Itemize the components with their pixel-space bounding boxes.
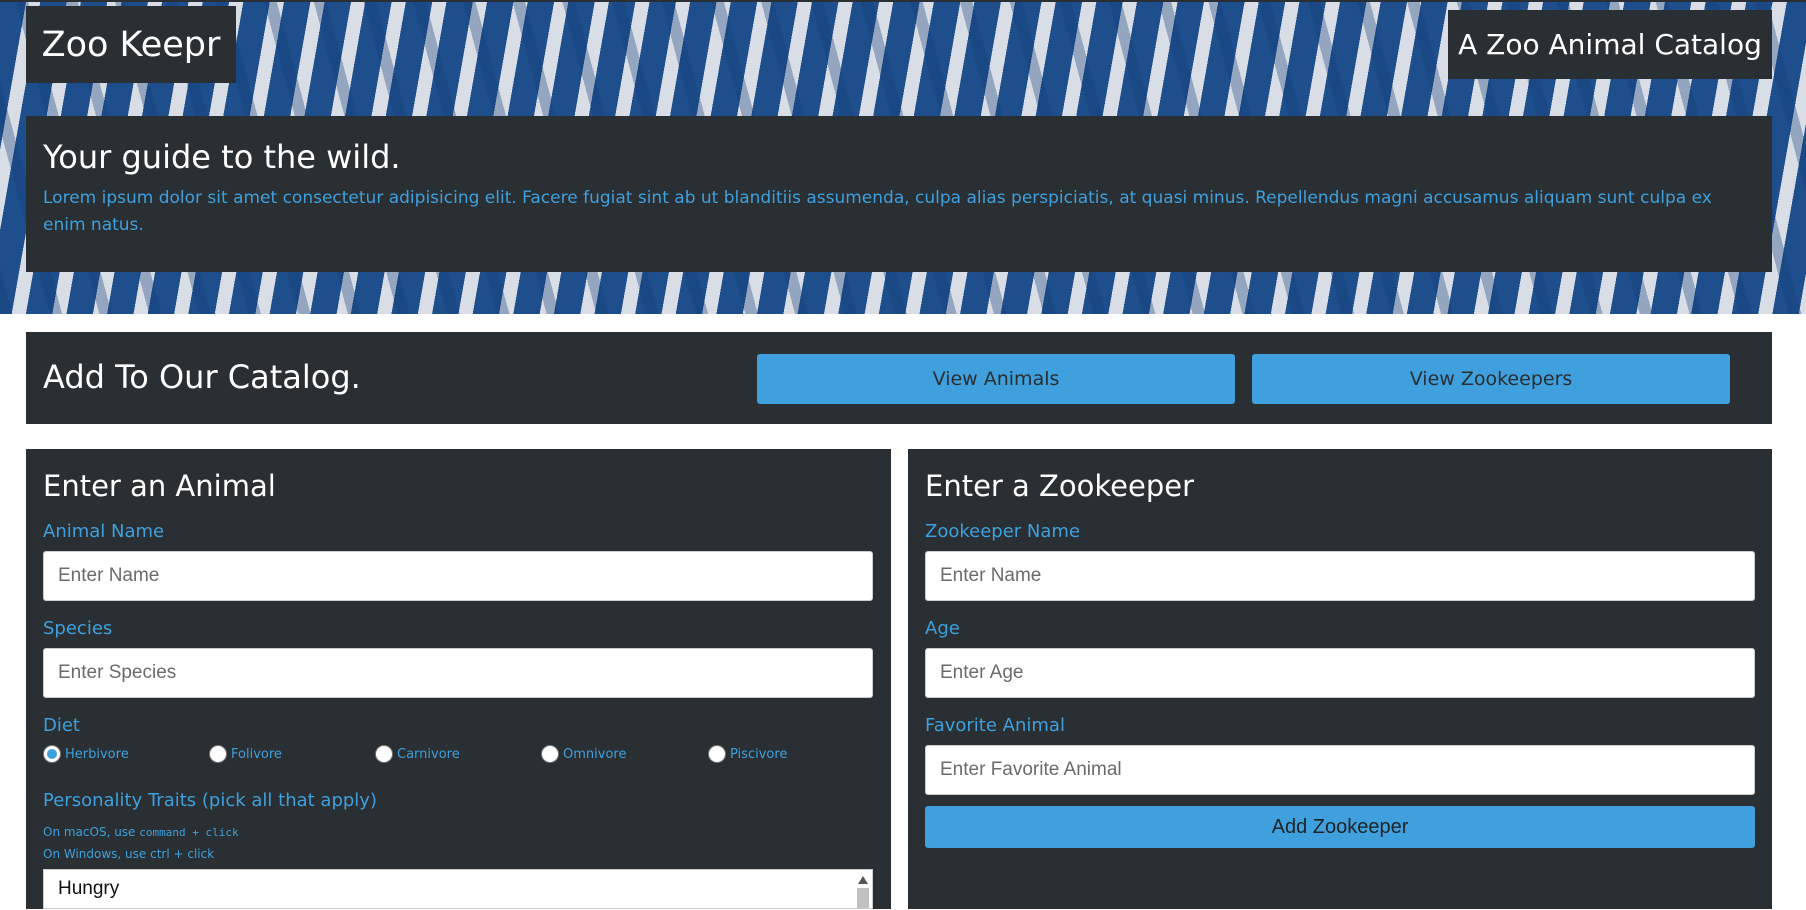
radio-icon[interactable] — [375, 745, 393, 763]
diet-option-folivore[interactable]: Folivore — [209, 745, 282, 763]
animal-form: Enter an Animal Animal Name Enter Name S… — [26, 449, 891, 909]
mac-hint-prefix: On macOS, use — [43, 825, 140, 839]
species-input[interactable]: Enter Species — [43, 648, 873, 698]
traits-option[interactable]: Hungry — [58, 878, 119, 899]
traits-multiselect[interactable]: Hungry — [43, 869, 873, 909]
hero-top-border — [0, 0, 1806, 2]
mac-hint-code: command + click — [139, 826, 239, 839]
intro-title: Your guide to the wild. — [43, 138, 401, 176]
favorite-animal-input[interactable]: Enter Favorite Animal — [925, 745, 1755, 795]
scrollbar[interactable] — [856, 874, 870, 910]
diet-option-label: Herbivore — [65, 746, 129, 762]
diet-option-label: Carnivore — [397, 746, 460, 762]
diet-option-label: Piscivore — [730, 746, 788, 762]
zookeeper-name-input[interactable]: Enter Name — [925, 551, 1755, 601]
catalog-bar: Add To Our Catalog. View Animals View Zo… — [26, 332, 1772, 424]
add-zookeeper-button[interactable]: Add Zookeeper — [925, 806, 1755, 848]
diet-option-omnivore[interactable]: Omnivore — [541, 745, 626, 763]
windows-hint: On Windows, use ctrl + click — [43, 847, 215, 861]
zookeeper-form-title: Enter a Zookeeper — [925, 469, 1195, 503]
intro-box: Your guide to the wild. Lorem ipsum dolo… — [26, 116, 1772, 272]
radio-icon[interactable] — [209, 745, 227, 763]
diet-option-piscivore[interactable]: Piscivore — [708, 745, 787, 763]
diet-radio-group: Herbivore Folivore Carnivore Omnivore Pi… — [43, 745, 863, 769]
diet-option-herbivore[interactable]: Herbivore — [43, 745, 129, 763]
diet-option-label: Folivore — [231, 746, 282, 762]
diet-label: Diet — [43, 715, 80, 736]
site-logo[interactable]: Zoo Keepr — [26, 6, 236, 83]
species-label: Species — [43, 618, 113, 639]
radio-icon[interactable] — [708, 745, 726, 763]
mac-hint: On macOS, use command + click — [43, 825, 239, 839]
animal-form-title: Enter an Animal — [43, 469, 276, 503]
scrollbar-thumb[interactable] — [857, 888, 869, 908]
traits-label: Personality Traits (pick all that apply) — [43, 790, 377, 811]
scroll-up-arrow-icon[interactable] — [858, 876, 868, 884]
animal-name-label: Animal Name — [43, 521, 165, 542]
view-animals-button[interactable]: View Animals — [757, 354, 1235, 404]
radio-checked-icon[interactable] — [43, 745, 61, 763]
diet-option-label: Omnivore — [563, 746, 627, 762]
site-tagline: A Zoo Animal Catalog — [1448, 10, 1772, 79]
intro-text: Lorem ipsum dolor sit amet consectetur a… — [43, 188, 1712, 235]
zookeeper-form: Enter a Zookeeper Zookeeper Name Enter N… — [908, 449, 1772, 909]
radio-icon[interactable] — [541, 745, 559, 763]
age-label: Age — [925, 618, 960, 639]
zookeeper-name-label: Zookeeper Name — [925, 521, 1081, 542]
hero-banner: Zoo Keepr A Zoo Animal Catalog Your guid… — [0, 0, 1806, 314]
catalog-title: Add To Our Catalog. — [43, 358, 361, 396]
animal-name-input[interactable]: Enter Name — [43, 551, 873, 601]
age-input[interactable]: Enter Age — [925, 648, 1755, 698]
favorite-animal-label: Favorite Animal — [925, 715, 1065, 736]
view-zookeepers-button[interactable]: View Zookeepers — [1252, 354, 1730, 404]
diet-option-carnivore[interactable]: Carnivore — [375, 745, 460, 763]
